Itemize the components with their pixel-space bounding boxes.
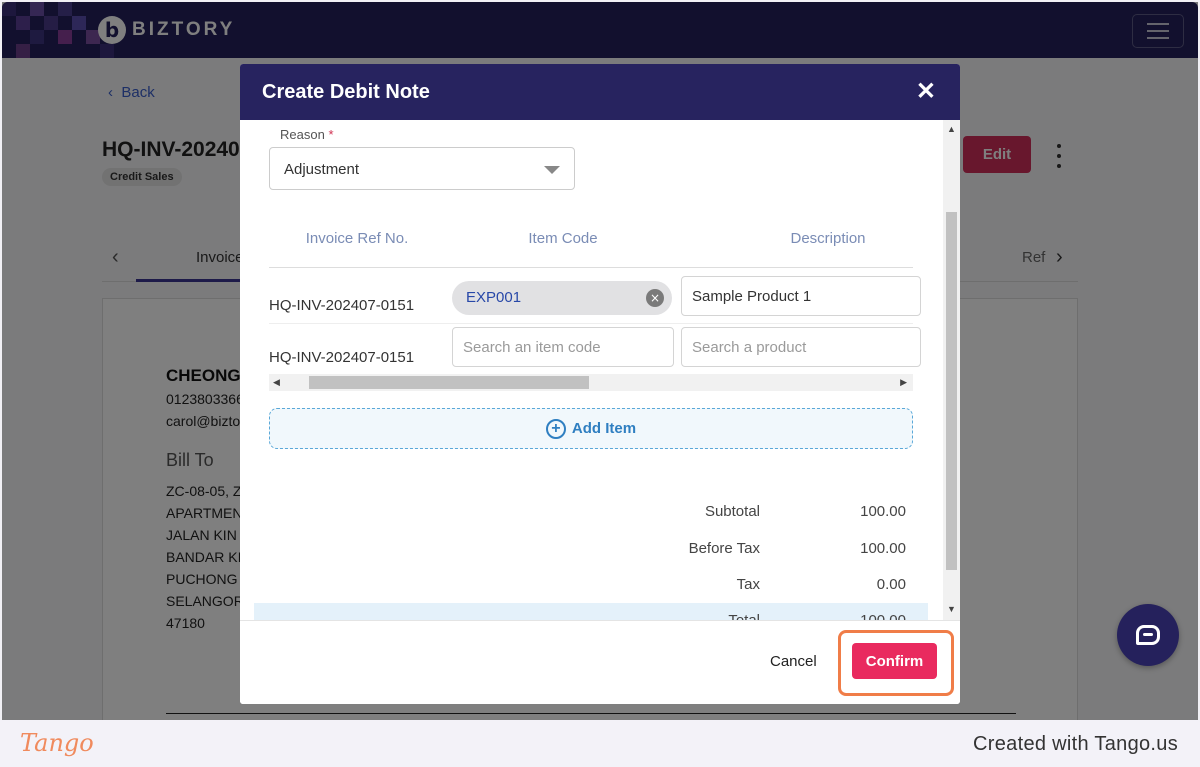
scroll-down-icon[interactable]: ▼ [947,604,956,614]
vertical-scrollbar[interactable]: ▲ ▼ [943,120,960,620]
reason-value: Adjustment [284,161,360,178]
create-debit-note-modal: Create Debit Note ✕ Reason * Adjustment … [240,64,960,704]
tango-footer: Tango Created with Tango.us [0,720,1200,767]
clear-icon[interactable]: × [646,289,664,307]
caret-down-icon [544,166,560,174]
modal-header: Create Debit Note ✕ [240,64,960,120]
subtotal-value: 100.00 [860,503,906,520]
reason-select[interactable]: Adjustment [269,147,575,190]
scrollbar-thumb[interactable] [309,376,589,389]
before-tax-value: 100.00 [860,540,906,557]
column-header-invoice-ref: Invoice Ref No. [305,230,409,247]
scroll-right-icon[interactable]: ▶ [900,377,907,388]
description-field[interactable]: Sample Product 1 [681,276,921,316]
modal-body: Reason * Adjustment Invoice Ref No. Item… [240,120,960,620]
total-value: 100.00 [800,612,906,620]
scroll-up-icon[interactable]: ▲ [947,124,956,134]
click-highlight [838,630,954,696]
scroll-left-icon[interactable]: ◀ [273,377,280,388]
before-tax-label: Before Tax [688,540,760,557]
subtotal-label: Subtotal [704,503,760,520]
item-code-search-input[interactable]: Search an item code [452,327,674,367]
total-label: Total [640,612,760,620]
column-header-item-code: Item Code [528,230,598,247]
product-search-input[interactable]: Search a product [681,327,921,367]
plus-icon: + [545,418,566,439]
reason-label: Reason * [280,127,334,142]
modal-title: Create Debit Note [262,81,430,103]
add-item-button[interactable]: + Add Item [269,408,913,449]
scrollbar-thumb[interactable] [946,212,957,570]
horizontal-scrollbar[interactable]: ◀ ▶ [269,374,913,391]
required-mark: * [328,127,334,142]
table-header-divider [269,267,913,268]
item-code-value: EXP001 [466,289,522,306]
reason-label-text: Reason [280,127,325,142]
add-item-label: Add Item [571,420,637,437]
close-icon[interactable]: ✕ [916,78,936,106]
tax-value: 0.00 [876,576,906,593]
chat-button[interactable] [1117,604,1179,666]
tango-logo: Tango [20,729,94,757]
invoice-ref-cell: HQ-INV-202407-0151 [269,297,415,314]
column-header-description: Description [790,230,866,247]
created-with-text: Created with Tango.us [973,733,1178,755]
row-divider [269,323,913,324]
tax-label: Tax [736,576,760,593]
cancel-button[interactable]: Cancel [770,653,817,670]
chat-icon [1136,625,1160,645]
invoice-ref-cell: HQ-INV-202407-0151 [269,349,415,366]
item-code-chip[interactable]: EXP001 × [452,281,672,315]
